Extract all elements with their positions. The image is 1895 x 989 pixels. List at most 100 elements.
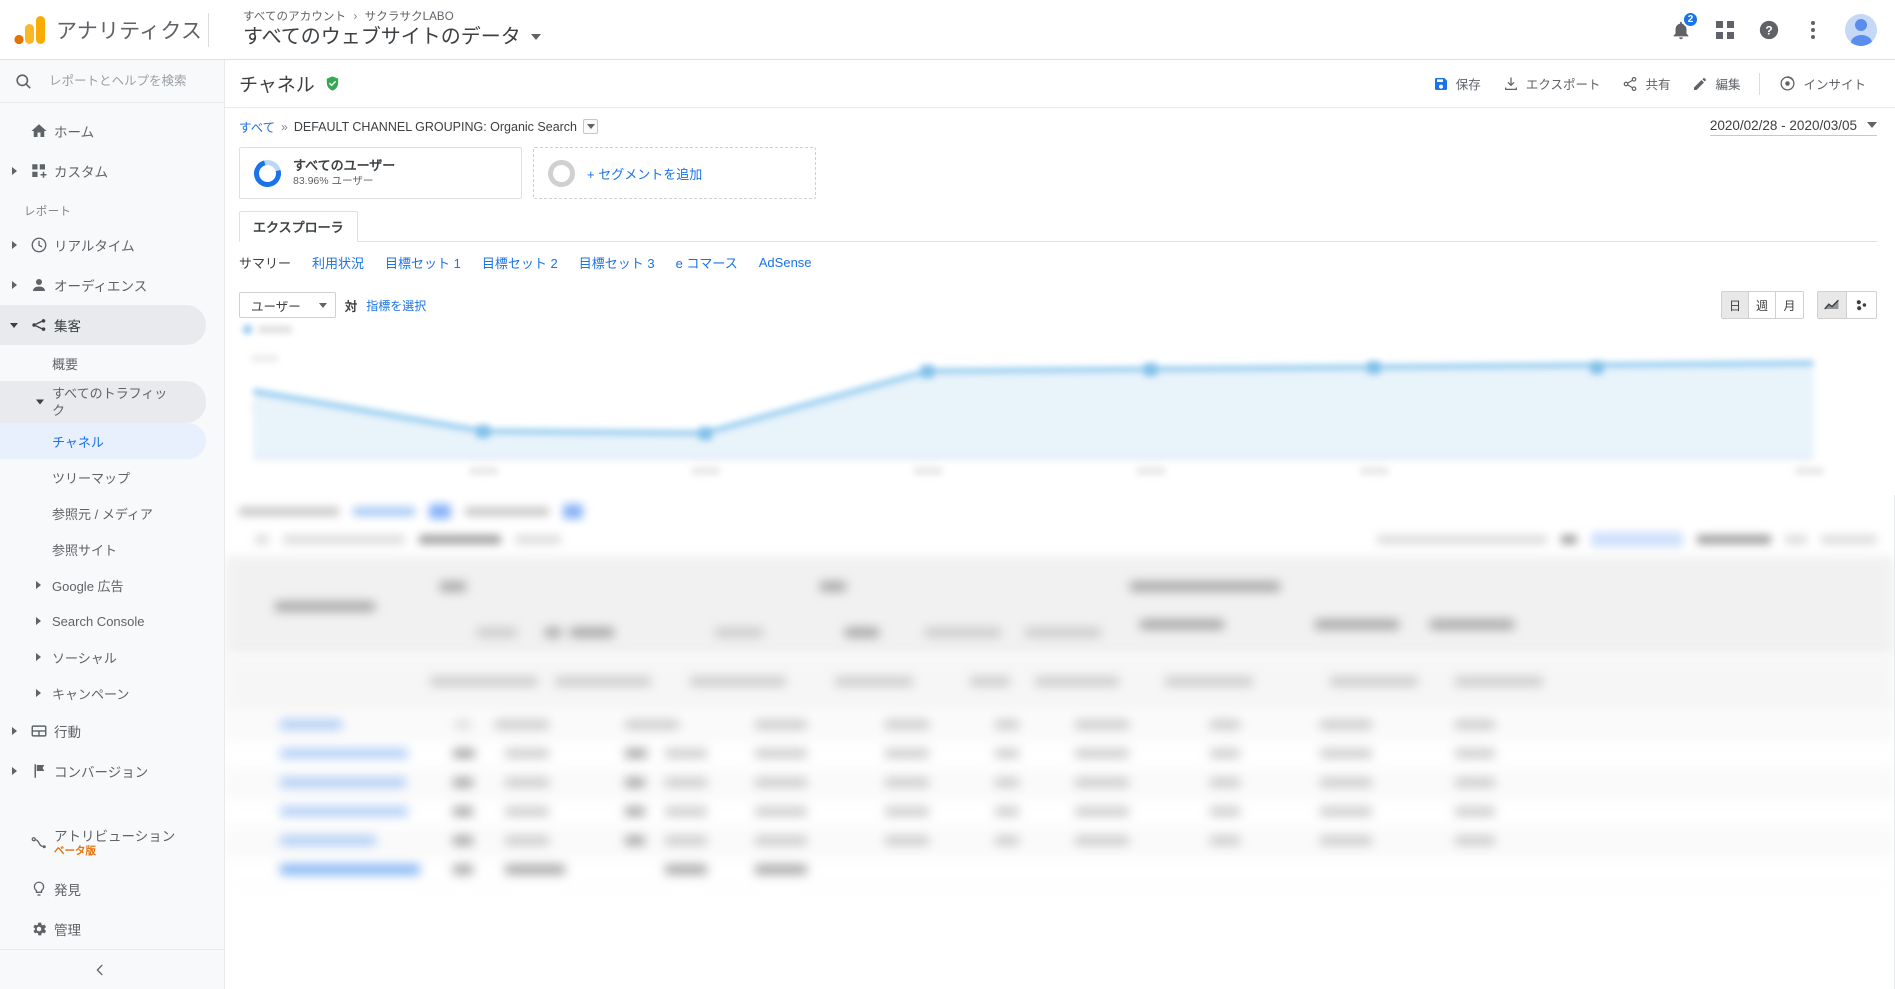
column-group-acquisition [440,582,466,591]
subtab-adsense[interactable]: AdSense [759,255,812,270]
collapse-toggle-acquisition[interactable] [4,322,24,328]
insights-button[interactable]: インサイト [1768,68,1877,99]
avatar[interactable] [1845,13,1877,46]
expand-toggle-social[interactable] [36,653,41,662]
help-button[interactable]: ? [1747,8,1791,52]
sidebar-item-social[interactable]: ソーシャル [0,639,206,675]
search-input[interactable] [47,73,210,90]
edit-button[interactable]: 編集 [1681,68,1751,99]
subtab-summary[interactable]: サマリー [239,253,291,272]
column-header-new-users [570,628,614,637]
sidebar-item-search-console[interactable]: Search Console [0,603,206,639]
subtab-usage[interactable]: 利用状況 [312,253,364,272]
sidebar-item-home[interactable]: ホーム [0,111,206,151]
row-goal-value [1455,749,1495,758]
table-row[interactable] [225,827,1895,856]
sidebar-item-source-medium[interactable]: 参照元 / メディア [0,495,206,531]
row-goal-completions [1320,778,1372,787]
sidebar-item-acquisition[interactable]: 集客 [0,305,206,346]
expand-toggle-campaigns[interactable] [36,689,41,698]
sidebar-item-referrals[interactable]: 参照サイト [0,531,206,567]
total-pages-session [970,677,1010,686]
export-button[interactable]: エクスポート [1492,68,1612,99]
sidebar-item-realtime[interactable]: リアルタイム [0,225,206,265]
row-dimension-link [280,807,408,816]
sidebar-item-custom[interactable]: カスタム [0,151,206,191]
insights-icon [1780,76,1795,91]
row-goal-value [1455,807,1495,816]
brand-block[interactable]: アナリティクス [0,12,225,47]
expand-toggle-search-console[interactable] [36,617,41,626]
breadcrumb-dropdown-button[interactable] [583,119,599,134]
sidebar-item-discover[interactable]: 発見 [0,869,206,909]
granularity-month[interactable]: 月 [1776,292,1803,318]
collapse-toggle-all-traffic[interactable] [36,399,44,405]
more-options-button[interactable] [1791,8,1835,52]
expand-toggle-audience[interactable] [4,281,24,290]
total-new-users [555,677,651,686]
sidebar-item-attribution[interactable]: アトリビューション ベータ版 [0,817,206,869]
subtab-goal-set-1[interactable]: 目標セット 1 [385,253,461,272]
channels-data-table[interactable] [225,495,1895,989]
expand-toggle-custom[interactable] [4,167,24,176]
line-chart-button[interactable] [1818,292,1847,318]
sidebar-item-conversions[interactable]: コンバージョン [0,751,206,791]
date-range-picker[interactable]: 2020/02/28 - 2020/03/05 [1709,118,1877,136]
sidebar-item-admin[interactable]: 管理 [0,909,206,949]
row-pages [995,778,1019,787]
primary-metric-select[interactable]: ユーザー [239,292,336,318]
expand-toggle-conversions[interactable] [4,767,24,776]
sidebar-item-behavior[interactable]: 行動 [0,711,206,751]
apps-button[interactable] [1703,8,1747,52]
table-row[interactable] [225,711,1895,740]
share-button[interactable]: 共有 [1611,68,1681,99]
sidebar-label-treemap: ツリーマップ [52,470,131,486]
row-duration [1075,720,1129,729]
select-metric-link[interactable]: 指標を選択 [366,297,426,314]
sidebar-label-search-console: Search Console [52,613,145,629]
expand-toggle-realtime[interactable] [4,241,24,250]
dimension-chip-2 [563,503,583,519]
tab-explorer[interactable]: エクスプローラ [239,211,358,242]
sidebar-item-google-ads[interactable]: Google 広告 [0,567,206,603]
sidebar-item-all-traffic[interactable]: すべてのトラフィック [0,381,206,424]
breadcrumb-property[interactable]: サクラサクLABO [365,11,454,23]
sidebar-item-channels[interactable]: チャネル [0,423,206,460]
row-users [505,807,549,816]
subtab-goal-set-2[interactable]: 目標セット 2 [482,253,558,272]
save-button[interactable]: 保存 [1422,68,1492,99]
users-over-time-chart[interactable] [239,325,1877,495]
sidebar-item-treemap[interactable]: ツリーマップ [0,459,206,495]
sidebar-item-audience[interactable]: オーディエンス [0,265,206,305]
subtab-ecommerce[interactable]: e コマース [676,253,738,272]
breadcrumb-all[interactable]: すべて [239,117,275,136]
breadcrumb-all-accounts[interactable]: すべてのアカウント [243,11,346,23]
motion-chart-button[interactable] [1847,292,1876,318]
table-row[interactable] [225,856,1895,885]
sidebar-collapse-button[interactable] [0,949,224,989]
sidebar-label-referrals: 参照サイト [52,542,118,558]
table-row[interactable] [225,740,1895,769]
add-segment-button[interactable]: + セグメントを追加 [533,147,816,199]
column-group-behavior [820,582,846,591]
segment-all-users[interactable]: すべてのユーザー 83.96% ユーザー [239,147,522,199]
notifications-button[interactable]: 2 [1659,8,1703,52]
sidebar-item-overview[interactable]: 概要 [0,345,206,381]
row-goal-value [1455,836,1495,845]
share-label: 共有 [1645,78,1671,92]
expand-toggle-behavior[interactable] [4,727,24,736]
row-pages [995,807,1019,816]
row-bar [453,749,475,758]
expand-toggle-google-ads[interactable] [36,581,41,590]
sidebar-item-campaigns[interactable]: キャンペーン [0,675,206,711]
sidebar-label-admin: 管理 [54,923,81,939]
table-row[interactable] [225,798,1895,827]
granularity-day[interactable]: 日 [1722,292,1749,318]
subtab-goal-set-3[interactable]: 目標セット 3 [579,253,655,272]
sidebar-label-acquisition: 集客 [54,319,81,335]
table-row[interactable] [225,769,1895,798]
sidebar-label-behavior: 行動 [54,725,81,741]
granularity-week[interactable]: 週 [1749,292,1776,318]
sidebar-search[interactable] [0,60,224,104]
property-selector[interactable]: すべてのウェブサイトのデータ [243,24,1659,50]
